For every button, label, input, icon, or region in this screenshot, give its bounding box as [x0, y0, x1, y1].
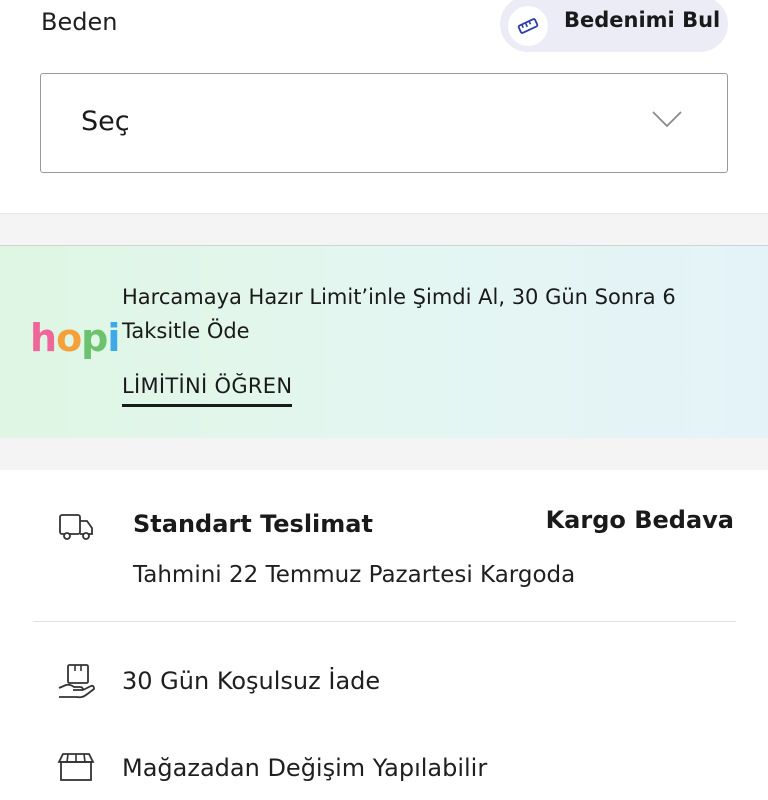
return-box-icon	[58, 664, 95, 699]
return-policy-text: 30 Gün Koşulsuz İade	[122, 667, 381, 695]
store-icon	[57, 753, 95, 781]
hopi-logo: hopi	[30, 316, 120, 360]
divider	[33, 621, 736, 622]
find-size-label: Bedenimi Bul	[564, 8, 721, 32]
size-select-value: Seç	[81, 106, 130, 137]
chevron-down-icon	[652, 111, 682, 128]
section-separator	[0, 213, 768, 246]
ruler-icon	[517, 18, 539, 34]
shipping-info: Standart Teslimat Kargo Bedava Tahmini 2…	[0, 470, 768, 620]
shipping-title: Standart Teslimat	[133, 510, 373, 538]
hopi-promo-text: Harcamaya Hazır Limit’inle Şimdi Al, 30 …	[122, 285, 676, 343]
learn-limit-link[interactable]: LİMİTİNİ ÖĞREN	[122, 374, 293, 407]
feature-return: 30 Gün Koşulsuz İade	[0, 650, 768, 720]
size-title: Beden	[41, 8, 118, 36]
find-my-size-button[interactable]: Bedenimi Bul	[500, 0, 728, 52]
find-size-icon-wrap	[508, 6, 548, 46]
size-select[interactable]: Seç	[40, 73, 728, 173]
free-shipping-badge: Kargo Bedava	[545, 506, 734, 534]
store-exchange-text: Mağazadan Değişim Yapılabilir	[122, 754, 488, 782]
feature-store-exchange: Mağazadan Değişim Yapılabilir	[0, 740, 768, 800]
section-separator	[0, 438, 768, 470]
delivery-estimate: Tahmini 22 Temmuz Pazartesi Kargoda	[133, 562, 576, 588]
size-section-header: Beden Bedenimi Bul	[0, 0, 768, 60]
truck-icon	[59, 514, 93, 540]
hopi-banner: hopi Harcamaya Hazır Limit’inle Şimdi Al…	[0, 245, 768, 439]
